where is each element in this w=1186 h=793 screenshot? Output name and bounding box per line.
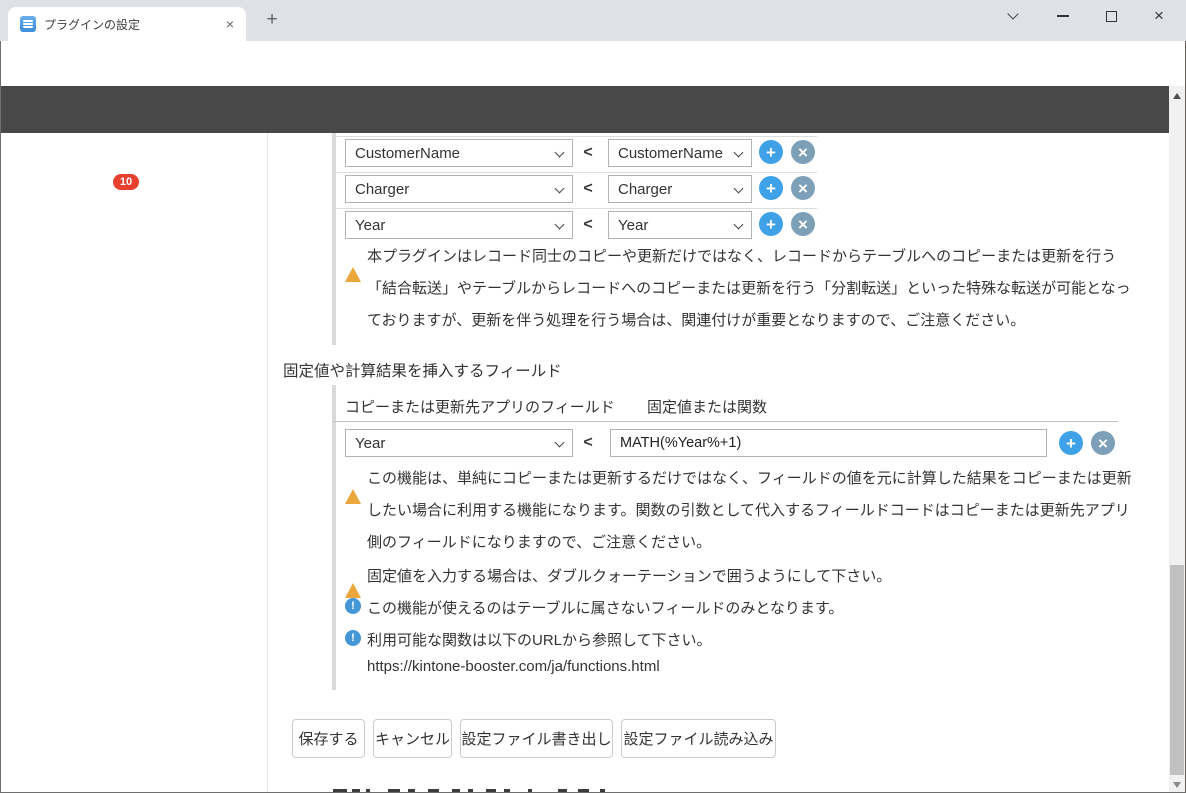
import-config-button[interactable]: 設定ファイル読み込み xyxy=(621,719,776,758)
column-header-field: コピーまたは更新先アプリのフィールド xyxy=(345,396,615,417)
info-icon: ! xyxy=(345,630,362,646)
direction-symbol: < xyxy=(579,216,597,234)
window-maximize-button[interactable] xyxy=(1088,0,1134,32)
scroll-down-arrow-icon[interactable] xyxy=(1173,782,1181,788)
fixed-note-1: この機能は、単純にコピーまたは更新するだけではなく、フィールドの値を元に計算した… xyxy=(367,463,1139,559)
add-row-button[interactable]: + xyxy=(759,140,783,164)
cancel-button[interactable]: キャンセル xyxy=(373,719,452,758)
tab-title: プラグインの設定 xyxy=(44,16,222,33)
mapping-source-select[interactable]: Year xyxy=(345,211,573,239)
fixed-group-rule xyxy=(332,385,336,690)
mapping-group-rule xyxy=(332,133,336,345)
save-button[interactable]: 保存する xyxy=(292,719,365,758)
info-icon: ! xyxy=(345,598,362,614)
notification-badge: 10 xyxy=(113,174,139,190)
mapping-note: 本プラグインはレコード同士のコピーや更新だけではなく、レコードからテーブルへのコ… xyxy=(367,241,1139,337)
functions-url: https://kintone-booster.com/ja/functions… xyxy=(367,658,660,675)
warning-icon xyxy=(345,472,362,488)
remove-row-button[interactable]: × xyxy=(1091,431,1115,455)
chevron-down-icon xyxy=(734,184,744,194)
chevron-down-icon xyxy=(734,220,744,230)
browser-toolbar: pandafirm.cybozu.com/k/admin/app/1814/pl… xyxy=(0,41,1186,86)
chevron-down-icon xyxy=(555,438,565,448)
export-config-button[interactable]: 設定ファイル書き出し xyxy=(460,719,613,758)
plugin-config-content: CustomerName < CustomerName + × Charger … xyxy=(0,133,1169,793)
add-row-button[interactable]: + xyxy=(759,176,783,200)
formula-input[interactable] xyxy=(610,429,1047,457)
page-scrollbar[interactable] xyxy=(1169,86,1185,793)
window-menu-chevron-icon[interactable] xyxy=(990,0,1036,32)
warning-icon xyxy=(345,566,362,582)
mapping-dest-select[interactable]: CustomerName xyxy=(608,139,752,167)
direction-symbol: < xyxy=(579,434,597,452)
mapping-source-select[interactable]: Charger xyxy=(345,175,573,203)
chevron-down-icon xyxy=(555,148,565,158)
chevron-down-icon xyxy=(555,220,565,230)
scroll-up-arrow-icon[interactable] xyxy=(1173,93,1181,99)
fixed-note-2: 固定値を入力する場合は、ダブルクォーテーションで囲うようにして下さい。 xyxy=(367,565,891,586)
fixed-note-3: この機能が使えるのはテーブルに属さないフィールドのみとなります。 xyxy=(367,597,843,618)
browser-tab-strip: プラグインの設定 × + × xyxy=(0,0,1186,41)
add-row-button[interactable]: + xyxy=(759,212,783,236)
direction-symbol: < xyxy=(579,180,597,198)
mapping-dest-select[interactable]: Charger xyxy=(608,175,752,203)
remove-row-button[interactable]: × xyxy=(791,140,815,164)
column-header-value: 固定値または関数 xyxy=(647,396,767,417)
remove-row-button[interactable]: × xyxy=(791,176,815,200)
window-minimize-button[interactable] xyxy=(1040,0,1086,32)
table-header-underline xyxy=(333,421,1118,422)
kintone-header: 10 ★ ? xyxy=(0,86,1169,133)
new-tab-button[interactable]: + xyxy=(258,6,286,34)
window-edge-left xyxy=(0,41,1,793)
warning-icon xyxy=(345,250,362,266)
left-panel-divider xyxy=(267,133,268,793)
tab-close-icon[interactable]: × xyxy=(222,16,238,32)
section-title: 固定値や計算結果を挿入するフィールド xyxy=(283,359,562,381)
browser-tab[interactable]: プラグインの設定 × xyxy=(8,7,246,41)
add-row-button[interactable]: + xyxy=(1059,431,1083,455)
chevron-down-icon xyxy=(555,184,565,194)
scrollbar-thumb[interactable] xyxy=(1170,565,1184,775)
direction-symbol: < xyxy=(579,144,597,162)
fixed-note-4: 利用可能な関数は以下のURLから参照して下さい。 xyxy=(367,629,712,650)
mapping-dest-select[interactable]: Year xyxy=(608,211,752,239)
fixed-field-select[interactable]: Year xyxy=(345,429,573,457)
chevron-down-icon xyxy=(734,148,744,158)
remove-row-button[interactable]: × xyxy=(791,212,815,236)
tab-favicon-icon xyxy=(20,16,36,32)
mapping-source-select[interactable]: CustomerName xyxy=(345,139,573,167)
window-close-button[interactable]: × xyxy=(1136,0,1182,32)
